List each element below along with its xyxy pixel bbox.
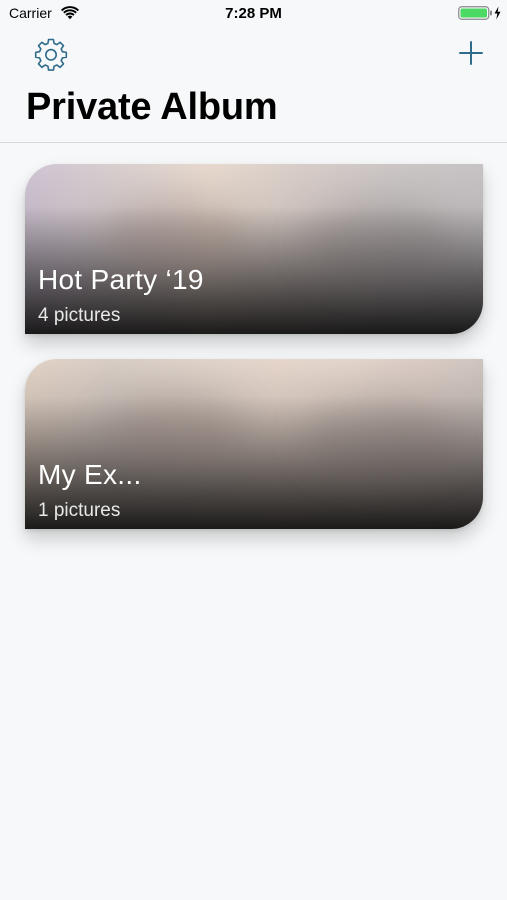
status-time: 7:28 PM: [225, 5, 282, 22]
status-bar: Carrier 7:28 PM: [0, 0, 507, 28]
page-title: Private Album: [26, 86, 278, 128]
album-name: My Ex...: [38, 459, 142, 490]
plus-icon: [459, 41, 483, 65]
app-screen: Carrier 7:28 PM Private Album Hot Party …: [0, 0, 507, 900]
album-card[interactable]: Hot Party ‘19 4 pictures: [25, 164, 483, 334]
album-name: Hot Party ‘19: [38, 264, 204, 295]
album-card[interactable]: My Ex... 1 pictures: [25, 359, 483, 529]
nav-divider: [0, 142, 507, 143]
gear-icon: [34, 38, 68, 71]
album-picture-count: 1 pictures: [38, 500, 121, 521]
album-picture-count: 4 pictures: [38, 305, 121, 326]
add-album-button[interactable]: [456, 38, 486, 68]
battery-charging-icon: [458, 6, 501, 20]
settings-button[interactable]: [33, 36, 69, 72]
